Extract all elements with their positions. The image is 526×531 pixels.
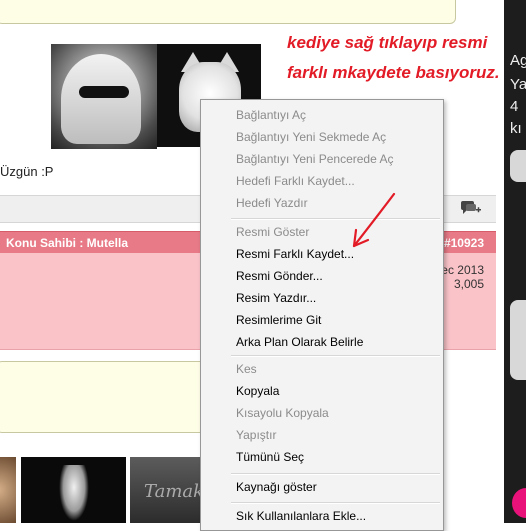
signature-image-3: Tamak <box>130 457 205 523</box>
menu-item[interactable]: Kopyala <box>236 380 279 402</box>
menu-item[interactable]: Tümünü Seç <box>236 446 304 468</box>
avatar-glasses <box>79 86 129 98</box>
menu-item[interactable]: Resmi Farklı Kaydet... <box>236 243 354 265</box>
signature-image-2 <box>21 457 126 523</box>
context-menu: Bağlantıyı Aç Bağlantıyı Yeni Sekmede Aç B… <box>200 99 444 531</box>
mood-label: Üzgün :P <box>0 164 54 179</box>
post-number-link[interactable]: #10923 <box>444 236 484 250</box>
menu-item: Kısayolu Kopyala <box>236 406 329 420</box>
menu-item[interactable]: Resim Yazdır... <box>236 287 316 309</box>
avatar-hair <box>61 54 141 144</box>
top-message-box <box>0 0 456 24</box>
right-ad-panel[interactable]: Ag Ya 4 kı <box>504 0 526 523</box>
menu-item[interactable]: Kaynağı göster <box>236 476 317 498</box>
thread-author-label[interactable]: Konu Sahibi : Mutella <box>6 236 128 250</box>
ad-text-1: Ag <box>510 52 526 69</box>
menu-item: Kes <box>236 362 257 376</box>
quick-reply-icon[interactable] <box>460 199 482 217</box>
menu-item: Bağlantıyı Yeni Sekmede Aç <box>236 130 387 144</box>
menu-item: Bağlantıyı Yeni Pencerede Aç <box>236 152 394 166</box>
menu-item: Resmi Göster <box>236 225 310 239</box>
menu-item[interactable]: Resmi Gönder... <box>236 265 323 287</box>
dancer-figure <box>59 465 89 521</box>
menu-item[interactable]: Sık Kullanılanlara Ekle... <box>236 505 366 527</box>
signature-image-text: Tamak <box>144 481 205 502</box>
menu-separator <box>231 218 440 220</box>
menu-item[interactable]: Arka Plan Olarak Belirle <box>236 331 363 353</box>
ad-text-2: Ya <box>510 76 526 93</box>
menu-item[interactable]: Resimlerime Git <box>236 309 321 331</box>
red-arrow-icon <box>352 192 396 248</box>
menu-item: Yapıştır <box>236 428 277 442</box>
menu-separator <box>231 473 440 475</box>
ad-text-4: kı <box>510 120 522 137</box>
post-count: 3,005 <box>453 277 484 291</box>
join-date: ec 2013 <box>441 263 484 277</box>
user-avatar-woman[interactable] <box>51 44 157 149</box>
signature-image-1 <box>0 457 16 523</box>
menu-item: Hedefi Farklı Kaydet... <box>236 174 355 188</box>
red-annotation-text: kediye sağ tıklayıp resmi farklı mkaydet… <box>287 33 500 82</box>
menu-separator <box>231 502 440 504</box>
menu-separator <box>231 355 440 357</box>
post-user-info: ec 2013 3,005 <box>441 263 484 291</box>
ad-image-2 <box>510 300 526 380</box>
ad-pink-shape <box>512 488 526 518</box>
ad-text-3: 4 <box>510 98 519 115</box>
ad-image-1 <box>510 150 526 182</box>
menu-item: Bağlantıyı Aç <box>236 108 307 122</box>
menu-item: Hedefi Yazdır <box>236 196 308 210</box>
